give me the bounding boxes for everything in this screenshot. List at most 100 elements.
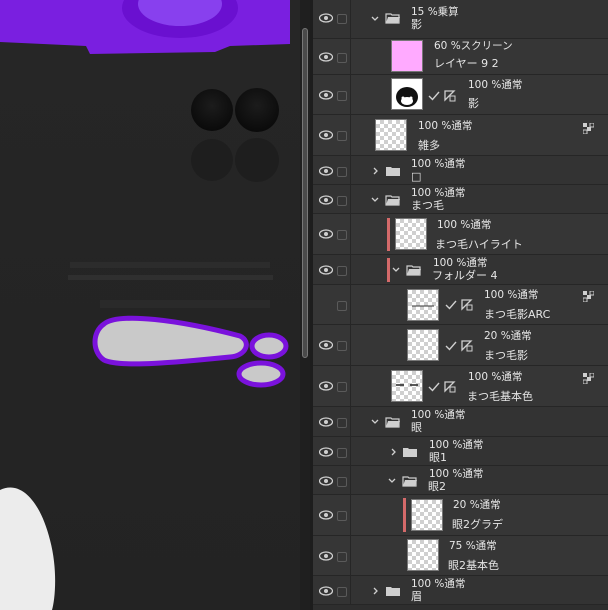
layer-thumbnail <box>395 218 427 250</box>
visibility-eye-icon[interactable] <box>319 510 333 520</box>
lash-shadow-thumbnail <box>412 305 434 307</box>
layer-row[interactable]: 100 %通常 まつ毛基本色 <box>313 366 608 407</box>
layer-name: 影 <box>468 97 479 110</box>
lock-toggle[interactable] <box>337 91 347 101</box>
layer-row[interactable]: 100 %通常 まつ毛ハイライト <box>313 214 608 255</box>
chevron-right-icon[interactable] <box>371 166 381 176</box>
folder-open-icon <box>385 13 400 24</box>
lock-toggle[interactable] <box>337 418 347 428</box>
layer-thumbnail <box>407 539 439 571</box>
layer-name: まつ毛基本色 <box>467 390 533 403</box>
lock-toggle[interactable] <box>337 301 347 311</box>
check-icon <box>428 91 440 101</box>
visibility-eye-icon[interactable] <box>319 195 333 205</box>
layer-row[interactable]: 60 %スクリーン レイヤー 9 2 <box>313 39 608 75</box>
lock-toggle[interactable] <box>337 448 347 458</box>
layer-row[interactable]: 20 %通常 まつ毛影 <box>313 325 608 366</box>
clipping-mask-icon <box>444 90 456 102</box>
layer-row-folder[interactable]: 100 %通常 眼1 <box>313 437 608 466</box>
layer-blend-mode: 100 %通常 <box>468 371 523 383</box>
folder-icon <box>386 167 400 176</box>
layer-name: 眼2 <box>428 480 446 493</box>
layer-row[interactable]: 100 %通常 まつ毛影ARC <box>313 285 608 325</box>
layer-row-folder[interactable]: 100 %通常 まつ毛 <box>313 185 608 214</box>
layer-row-folder[interactable]: 100 %通常 眉 <box>313 576 608 605</box>
chevron-down-icon[interactable] <box>370 417 380 427</box>
canvas-scrollbar[interactable] <box>300 0 310 610</box>
visibility-eye-icon[interactable] <box>319 551 333 561</box>
layer-name: 眼2基本色 <box>448 559 499 572</box>
lock-toggle[interactable] <box>337 587 347 597</box>
lock-toggle[interactable] <box>337 14 347 24</box>
chevron-right-icon[interactable] <box>389 447 399 457</box>
layer-thumbnail <box>375 119 407 151</box>
clipping-mask-icon <box>444 381 456 393</box>
lock-toggle[interactable] <box>337 552 347 562</box>
visibility-eye-icon[interactable] <box>319 90 333 100</box>
layer-name: まつ毛 <box>411 199 444 212</box>
layer-row-folder[interactable]: 100 %通常 フォルダー 4 <box>313 255 608 285</box>
layer-row[interactable]: 100 %通常 雑多 <box>313 115 608 156</box>
layer-row-folder[interactable]: 15 %乗算 影 <box>313 0 608 39</box>
reference-layer-icon <box>583 373 594 384</box>
reference-layer-icon <box>583 291 594 302</box>
visibility-eye-icon[interactable] <box>319 166 333 176</box>
canvas-view[interactable] <box>0 0 300 610</box>
layer-name: まつ毛ハイライト <box>435 238 523 251</box>
layer-thumbnail <box>411 499 443 531</box>
chevron-down-icon[interactable] <box>391 265 401 275</box>
lock-toggle[interactable] <box>337 511 347 521</box>
layer-name: まつ毛影 <box>484 349 528 362</box>
layer-row-folder[interactable]: 100 %通常 眼2 <box>313 466 608 495</box>
lock-toggle[interactable] <box>337 477 347 487</box>
layer-row[interactable]: 100 %通常 影 <box>313 75 608 115</box>
layer-name: まつ毛影ARC <box>484 308 551 321</box>
folder-open-icon <box>406 265 421 276</box>
lock-toggle[interactable] <box>337 196 347 206</box>
visibility-eye-icon[interactable] <box>319 13 333 23</box>
layer-row-folder[interactable]: 100 %通常 眼 <box>313 407 608 437</box>
chevron-down-icon[interactable] <box>370 14 380 24</box>
clipping-indicator <box>387 218 390 251</box>
layer-blend-mode: 100 %通常 <box>468 79 523 91</box>
lash-base-thumbnail <box>396 384 418 386</box>
layer-row[interactable]: 20 %通常 眼2グラデ <box>313 495 608 536</box>
lock-toggle[interactable] <box>337 230 347 240</box>
chevron-down-icon[interactable] <box>370 195 380 205</box>
layer-blend-mode: 75 %通常 <box>449 540 497 552</box>
folder-open-icon <box>385 417 400 428</box>
clipping-indicator <box>387 258 390 282</box>
visibility-eye-icon[interactable] <box>319 381 333 391</box>
layer-name: 影 <box>411 18 422 31</box>
layer-blend-mode: 20 %通常 <box>453 499 501 511</box>
layer-blend-mode: 100 %通常 <box>437 219 492 231</box>
layer-thumbnail <box>391 40 423 72</box>
visibility-eye-icon[interactable] <box>319 476 333 486</box>
visibility-eye-icon[interactable] <box>319 417 333 427</box>
scrollbar-thumb[interactable] <box>302 28 308 358</box>
chevron-right-icon[interactable] <box>371 586 381 596</box>
lock-toggle[interactable] <box>337 167 347 177</box>
visibility-eye-icon[interactable] <box>319 229 333 239</box>
visibility-eye-icon[interactable] <box>319 586 333 596</box>
visibility-eye-icon[interactable] <box>319 447 333 457</box>
clipping-indicator <box>403 498 406 532</box>
layer-row[interactable]: 75 %通常 眼2基本色 <box>313 536 608 576</box>
lock-toggle[interactable] <box>337 341 347 351</box>
visibility-eye-icon[interactable] <box>319 265 333 275</box>
visibility-eye-icon[interactable] <box>319 340 333 350</box>
layer-blend-mode: 60 %スクリーン <box>434 40 513 52</box>
layer-row-folder[interactable]: 100 %通常 □ <box>313 156 608 185</box>
layer-name: 眼1 <box>429 451 447 464</box>
visibility-eye-icon[interactable] <box>319 52 333 62</box>
lock-toggle[interactable] <box>337 131 347 141</box>
layer-name: □ <box>411 170 422 183</box>
visibility-eye-icon[interactable] <box>319 130 333 140</box>
folder-open-icon <box>402 476 417 487</box>
lock-toggle[interactable] <box>337 382 347 392</box>
lock-toggle[interactable] <box>337 266 347 276</box>
layer-name: 眼2グラデ <box>452 518 503 531</box>
lock-toggle[interactable] <box>337 53 347 63</box>
chevron-down-icon[interactable] <box>387 476 397 486</box>
layer-name: 眼 <box>411 421 422 434</box>
